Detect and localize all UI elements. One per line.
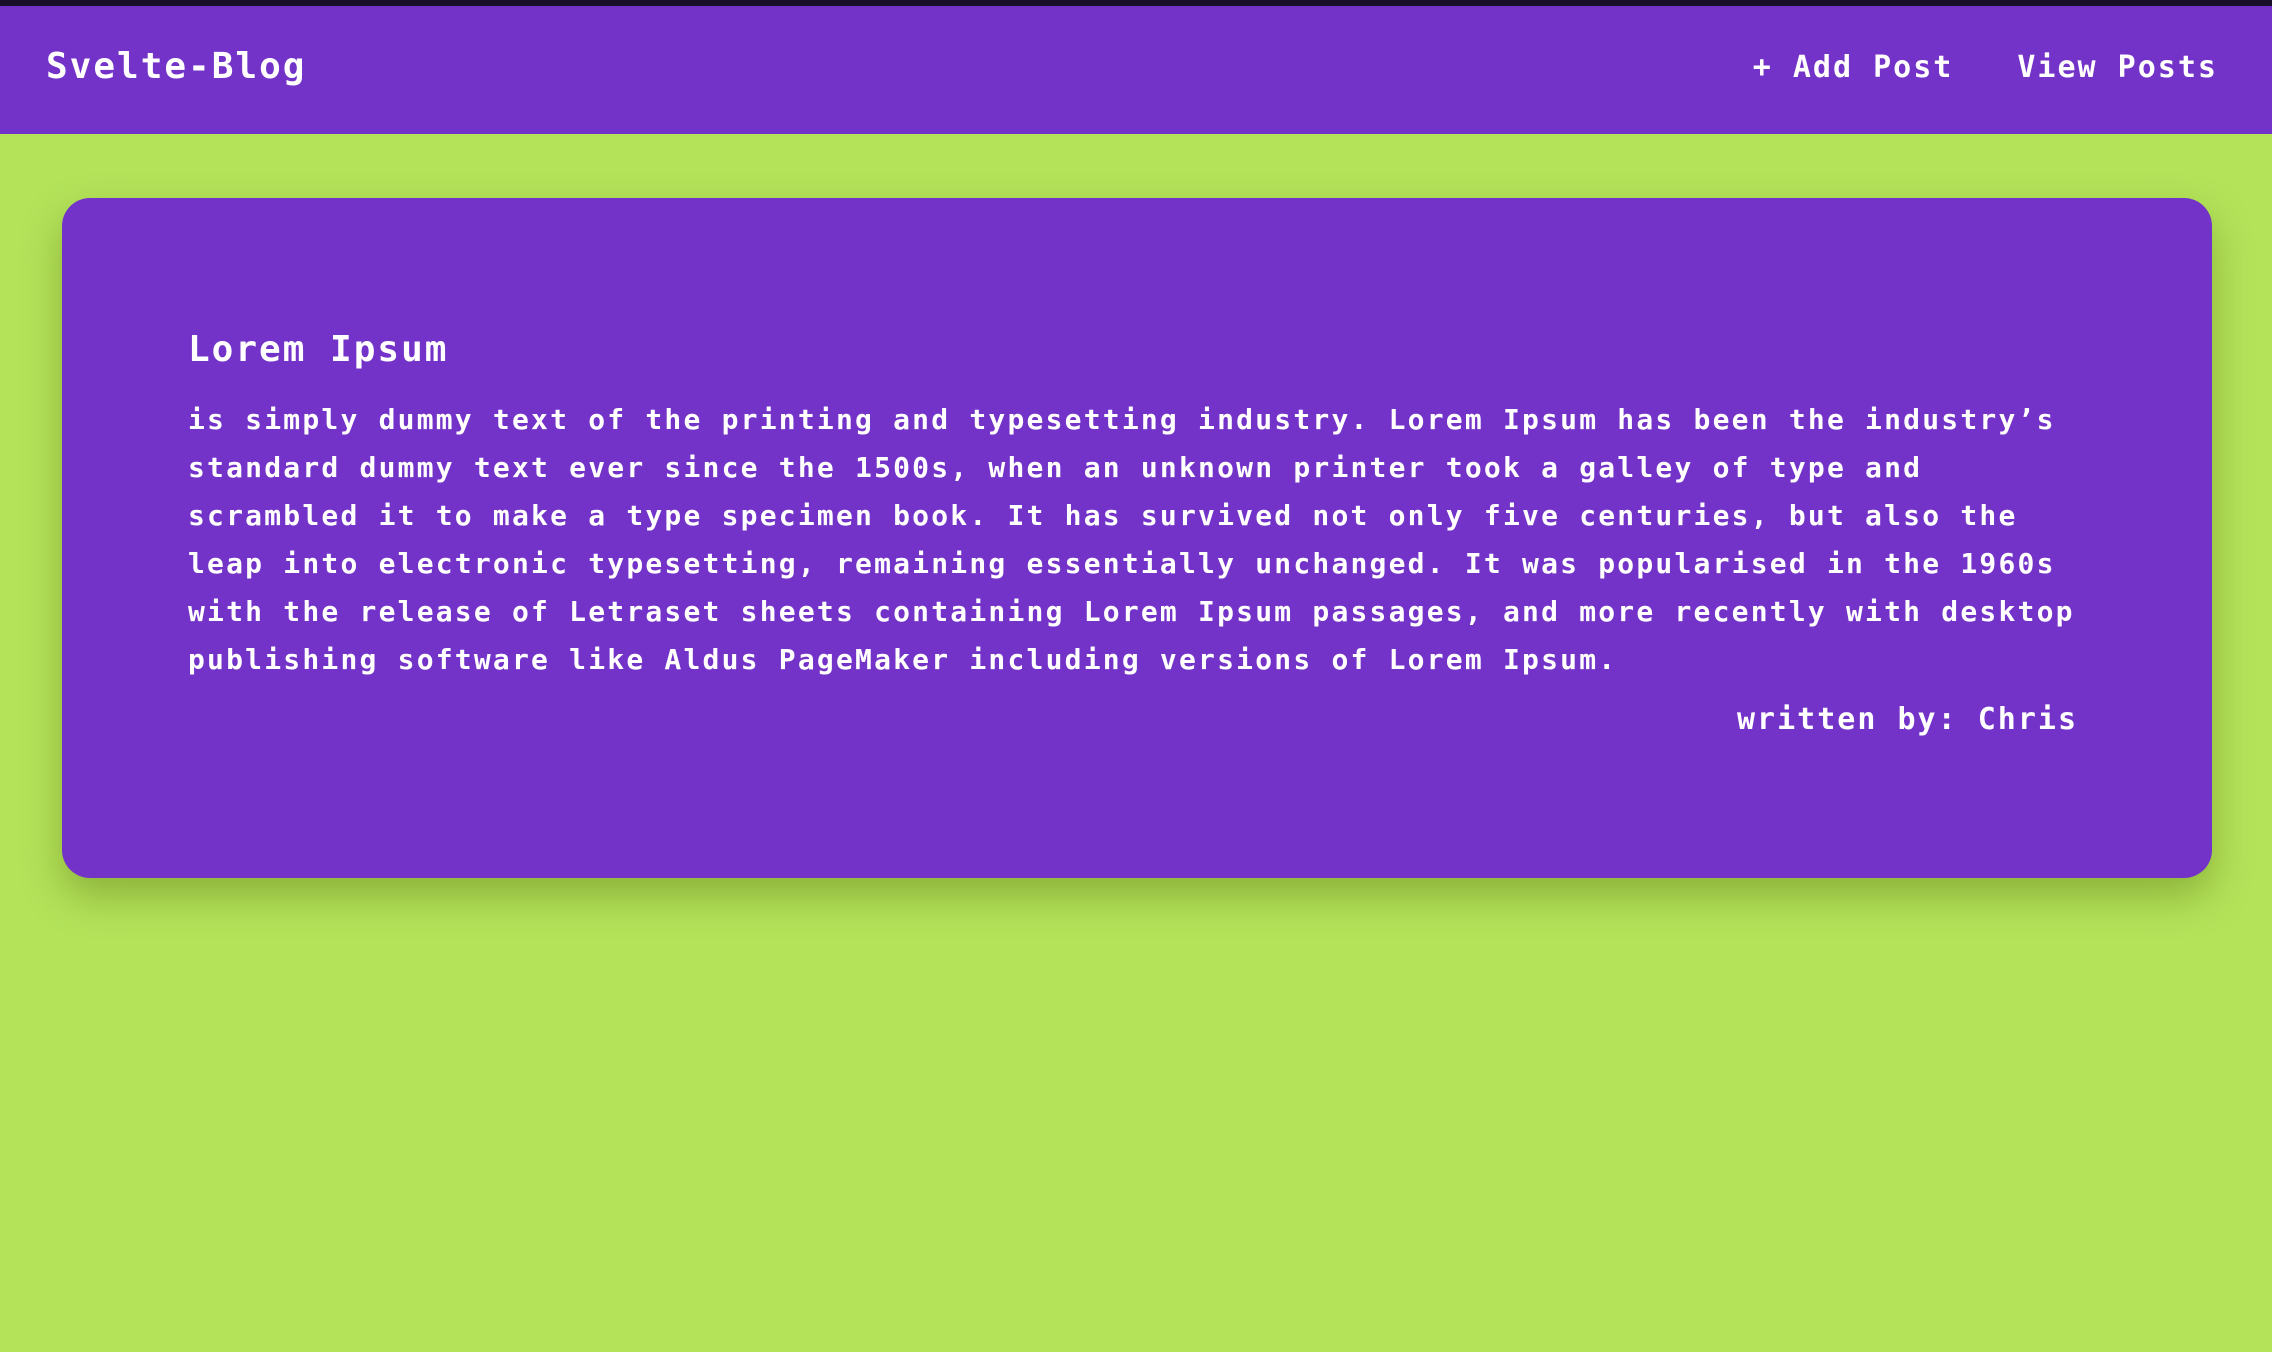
nav-links: + Add Post View Posts — [1753, 50, 2218, 85]
post-author: written by: Chris — [1736, 702, 2078, 737]
navbar: Svelte-Blog + Add Post View Posts — [0, 6, 2272, 134]
brand-logo-link[interactable]: Svelte-Blog — [46, 46, 306, 87]
post-title: Lorem Ipsum — [188, 329, 449, 370]
view-posts-link[interactable]: View Posts — [2017, 50, 2218, 85]
post-card: Lorem Ipsum is simply dummy text of the … — [62, 198, 2212, 878]
add-post-link[interactable]: + Add Post — [1753, 50, 1954, 85]
post-body: is simply dummy text of the printing and… — [188, 403, 2075, 676]
